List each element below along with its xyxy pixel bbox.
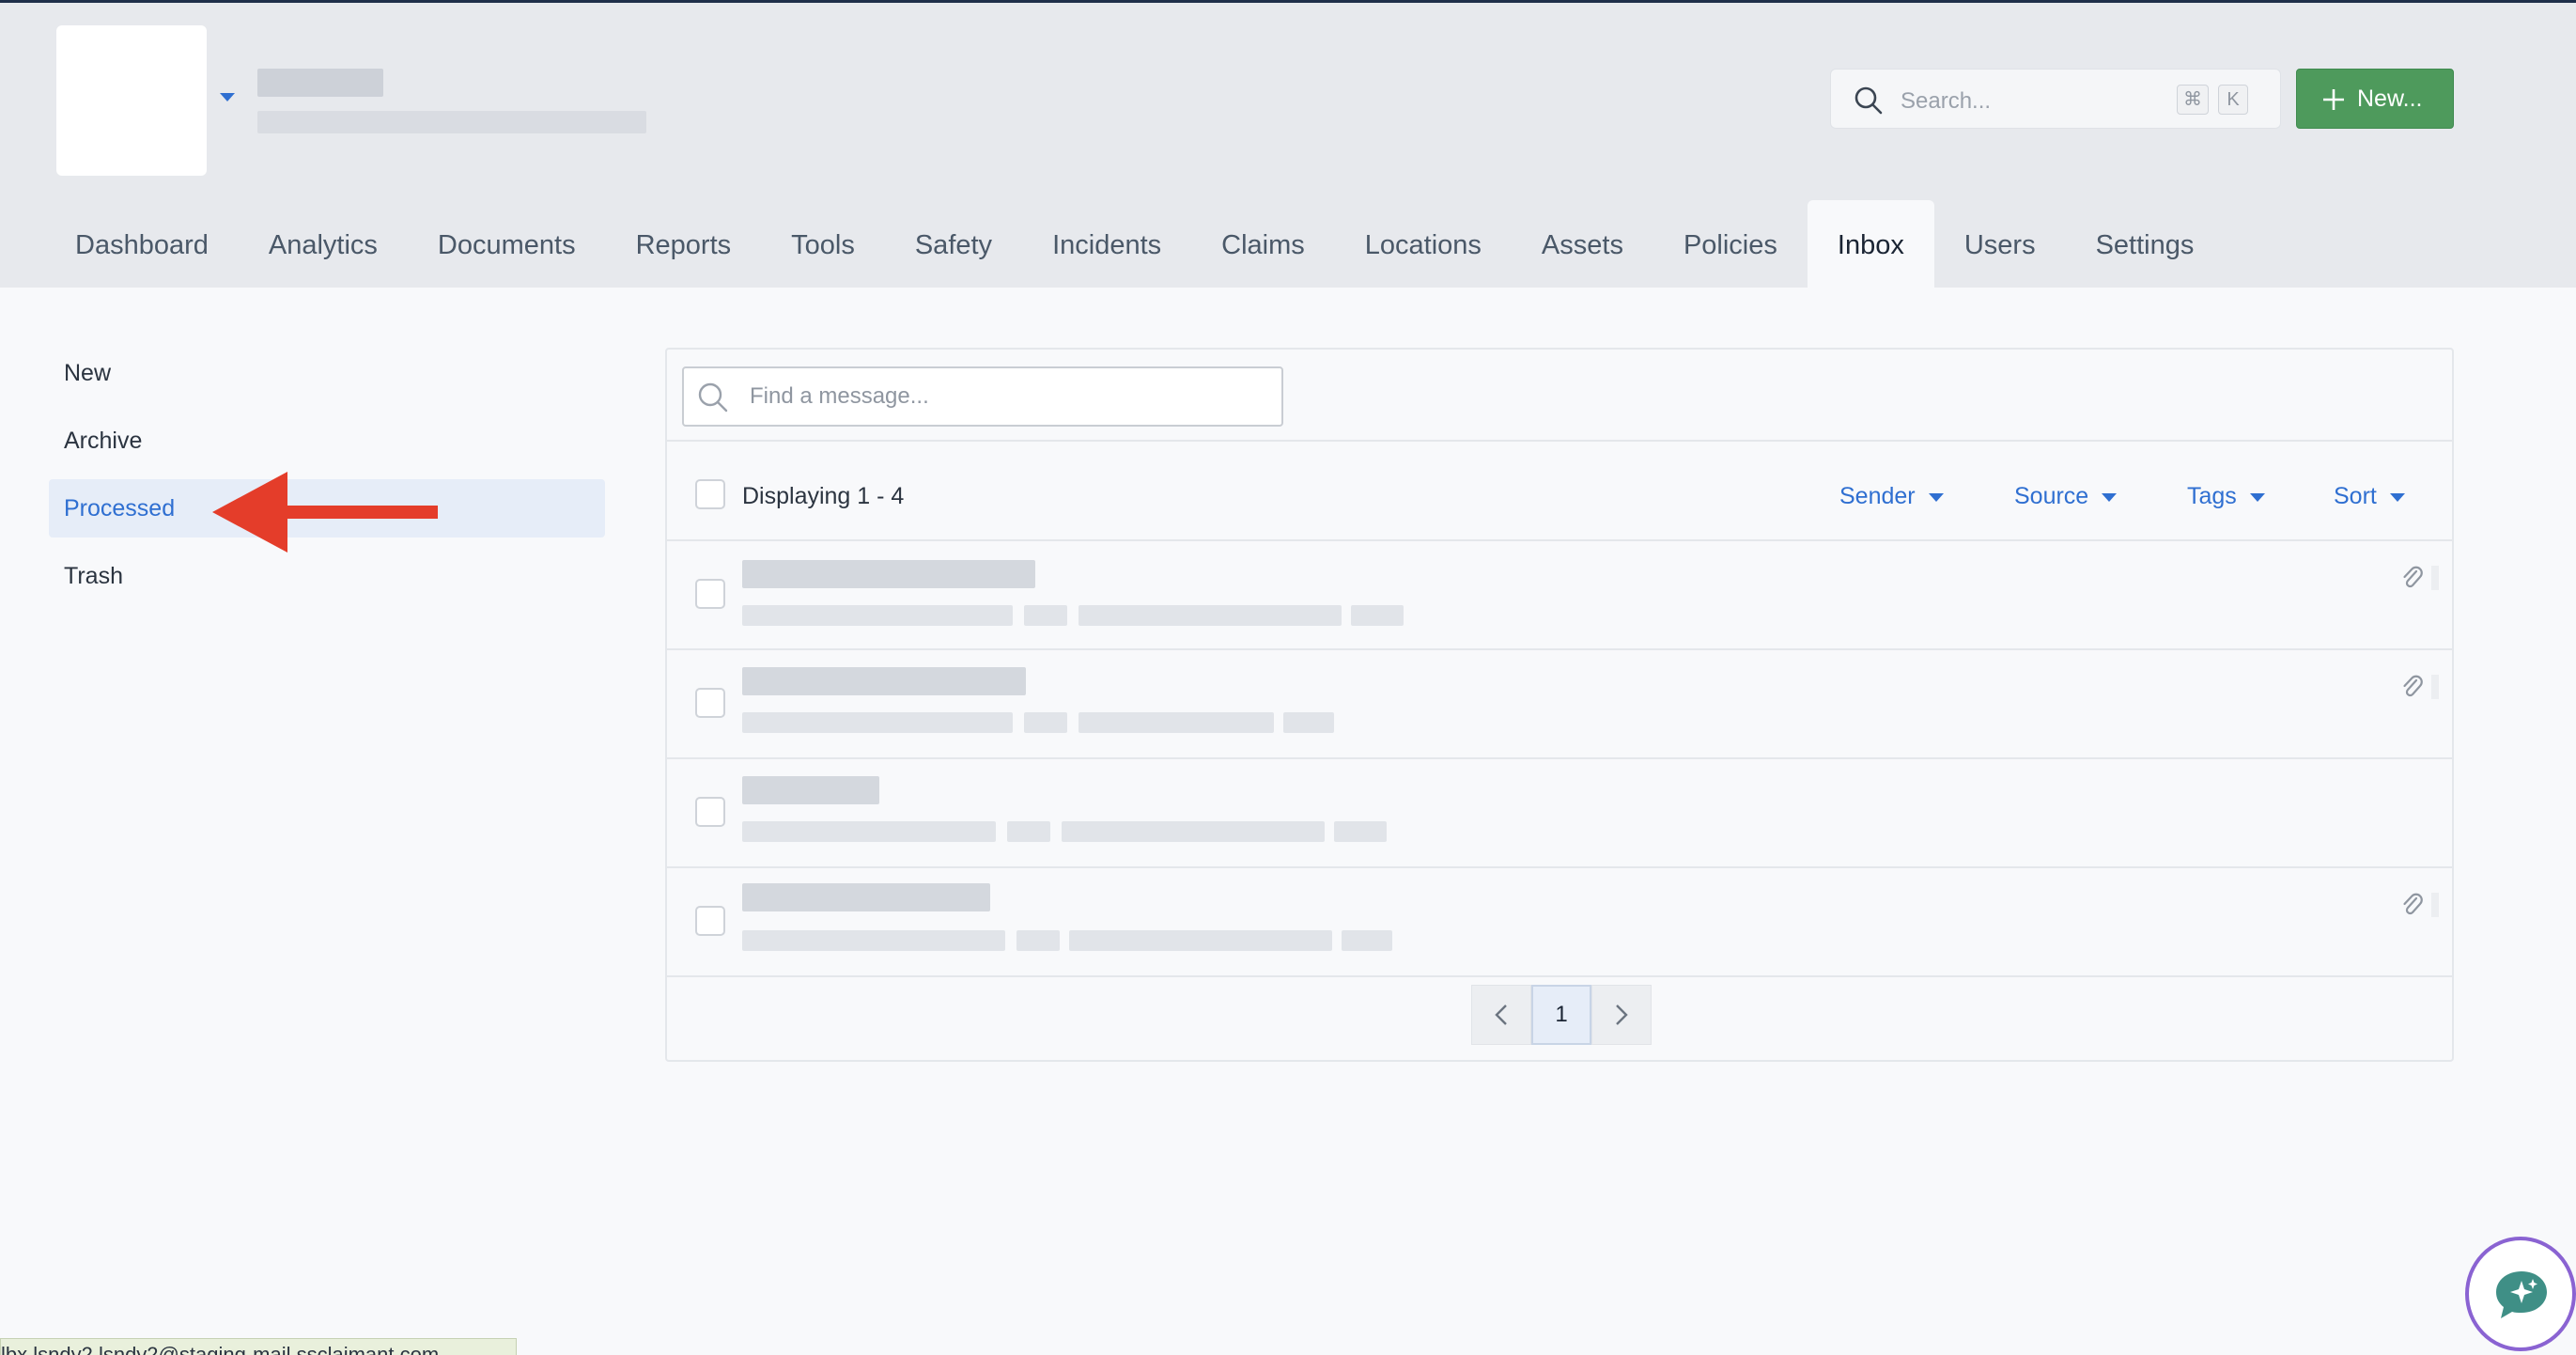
message-row[interactable]: [667, 650, 2452, 757]
message-meta-placeholder: [1069, 930, 1332, 951]
row-divider: [667, 975, 2452, 977]
chevron-down-icon: [2389, 492, 2405, 502]
page-1-button[interactable]: 1: [1531, 985, 1591, 1045]
shortcut-cmd-key: ⌘: [2177, 85, 2209, 115]
message-meta-placeholder: [1342, 930, 1392, 951]
row-accent: [2431, 566, 2439, 590]
tab-claims[interactable]: Claims: [1191, 200, 1335, 290]
tab-documents[interactable]: Documents: [408, 200, 606, 290]
search-icon: [1854, 86, 1883, 115]
chevron-down-icon: [1928, 492, 1944, 502]
find-message-box[interactable]: [682, 366, 1283, 427]
row-accent: [2431, 675, 2439, 699]
org-switcher-caret-icon[interactable]: [220, 93, 235, 101]
message-checkbox[interactable]: [695, 797, 725, 827]
find-message-input[interactable]: [750, 378, 1257, 415]
tab-tools[interactable]: Tools: [761, 200, 885, 290]
message-meta-placeholder: [742, 930, 1005, 951]
message-list-panel: Displaying 1 - 4 Sender Source Tags Sort: [665, 348, 2454, 1062]
plus-icon: [2323, 89, 2344, 110]
tab-dashboard[interactable]: Dashboard: [45, 200, 239, 290]
tab-reports[interactable]: Reports: [606, 200, 762, 290]
main-nav-tabs: Dashboard Analytics Documents Reports To…: [45, 200, 2224, 290]
chevron-down-icon: [2102, 492, 2118, 502]
app-header: Search... ⌘ K New... Dashboard Analytics…: [0, 3, 2576, 290]
message-subject-placeholder: [742, 883, 990, 911]
tab-policies[interactable]: Policies: [1653, 200, 1808, 290]
shortcut-k-key: K: [2218, 85, 2248, 115]
new-button[interactable]: New...: [2296, 69, 2454, 129]
sender-filter-dropdown[interactable]: Sender: [1839, 483, 1944, 510]
message-checkbox[interactable]: [695, 906, 725, 936]
global-search-placeholder: Search...: [1901, 88, 1992, 114]
tab-settings[interactable]: Settings: [2066, 200, 2225, 290]
prev-page-button[interactable]: [1471, 985, 1531, 1045]
chat-assistant-button[interactable]: [2465, 1237, 2576, 1351]
tab-users[interactable]: Users: [1934, 200, 2066, 290]
next-page-button[interactable]: [1591, 985, 1652, 1045]
tags-filter-label: Tags: [2187, 483, 2237, 509]
status-bar-url: lbx.lsndy2.lsndy2@staging-mail.ssclaiman…: [0, 1338, 517, 1355]
attachment-icon: [2403, 566, 2423, 588]
message-meta-placeholder: [1062, 821, 1325, 842]
sort-label: Sort: [2334, 483, 2377, 509]
message-row[interactable]: [667, 541, 2452, 648]
tab-safety[interactable]: Safety: [885, 200, 1022, 290]
message-meta-placeholder: [1079, 605, 1342, 626]
folder-new[interactable]: New: [49, 344, 605, 402]
message-meta-placeholder: [1334, 821, 1387, 842]
select-all-checkbox[interactable]: [695, 479, 725, 509]
message-meta-placeholder: [1283, 712, 1334, 733]
message-meta-placeholder: [1024, 712, 1067, 733]
message-meta-placeholder: [1024, 605, 1067, 626]
attachment-icon: [2403, 675, 2423, 697]
org-name-placeholder: [257, 69, 383, 97]
annotation-arrow-icon: [212, 472, 438, 553]
message-subject-placeholder: [742, 667, 1026, 695]
global-search[interactable]: Search... ⌘ K: [1830, 69, 2281, 129]
sort-dropdown[interactable]: Sort: [2334, 483, 2405, 510]
chevron-right-icon: [1616, 1005, 1628, 1025]
chat-sparkle-icon: [2496, 1271, 2547, 1318]
search-icon: [698, 382, 728, 413]
message-meta-placeholder: [1351, 605, 1404, 626]
message-row[interactable]: [667, 868, 2452, 975]
message-checkbox[interactable]: [695, 579, 725, 609]
tab-analytics[interactable]: Analytics: [239, 200, 408, 290]
source-filter-label: Source: [2014, 483, 2089, 509]
folder-archive[interactable]: Archive: [49, 412, 605, 470]
message-meta-placeholder: [742, 605, 1013, 626]
tab-assets[interactable]: Assets: [1512, 200, 1653, 290]
sender-filter-label: Sender: [1839, 483, 1916, 509]
tab-incidents[interactable]: Incidents: [1022, 200, 1191, 290]
attachment-icon: [2403, 893, 2423, 915]
message-meta-placeholder: [1079, 712, 1274, 733]
pagination: 1: [1471, 985, 1652, 1045]
chevron-left-icon: [1495, 1005, 1507, 1025]
source-filter-dropdown[interactable]: Source: [2014, 483, 2118, 510]
tags-filter-dropdown[interactable]: Tags: [2187, 483, 2265, 510]
message-row[interactable]: [667, 759, 2452, 866]
message-subject-placeholder: [742, 776, 879, 804]
message-meta-placeholder: [1007, 821, 1050, 842]
message-meta-placeholder: [742, 821, 996, 842]
message-checkbox[interactable]: [695, 688, 725, 718]
chevron-down-icon: [2249, 492, 2265, 502]
tab-locations[interactable]: Locations: [1335, 200, 1512, 290]
org-logo[interactable]: [56, 25, 207, 176]
folder-trash[interactable]: Trash: [49, 547, 605, 605]
org-subtitle-placeholder: [257, 111, 646, 133]
tab-inbox[interactable]: Inbox: [1807, 200, 1934, 290]
displaying-count: Displaying 1 - 4: [742, 483, 905, 509]
message-meta-placeholder: [1016, 930, 1060, 951]
message-subject-placeholder: [742, 560, 1035, 588]
message-meta-placeholder: [742, 712, 1013, 733]
row-accent: [2431, 893, 2439, 917]
toolbar-divider: [667, 440, 2452, 442]
new-button-label: New...: [2357, 86, 2423, 112]
